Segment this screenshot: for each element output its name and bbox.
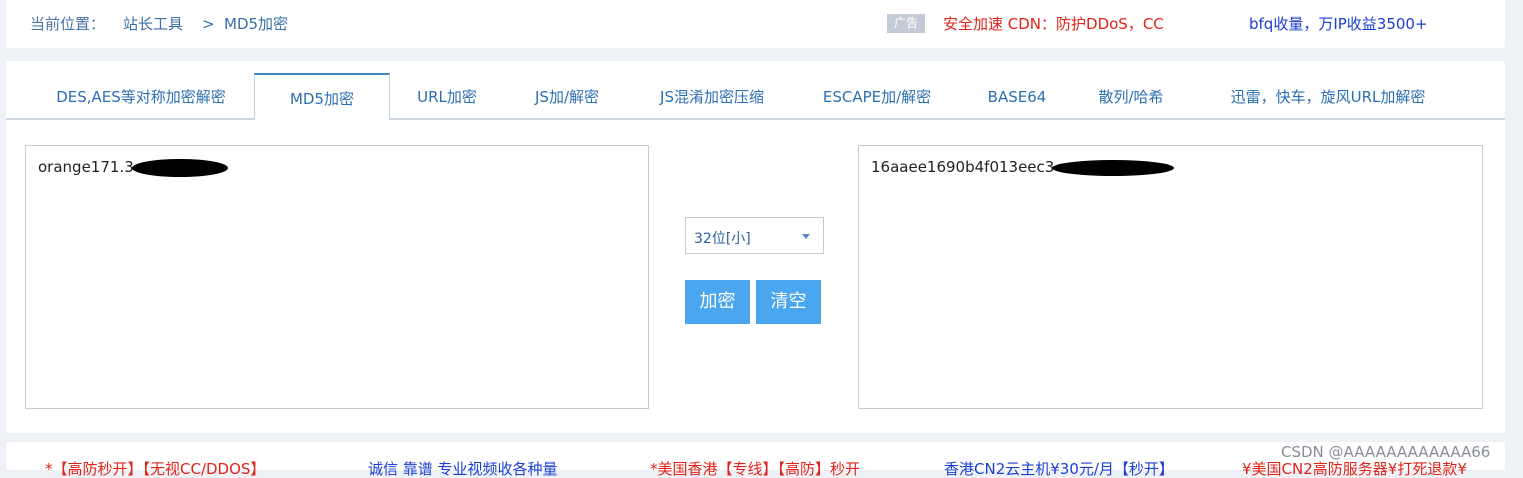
tab-thunder-url[interactable]: 迅雷，快车，旋风URL加解密 (1186, 73, 1470, 118)
tab-des-aes[interactable]: DES,AES等对称加密解密 (26, 73, 256, 118)
clear-button[interactable]: 清空 (756, 280, 821, 324)
tab-escape[interactable]: ESCAPE加/解密 (796, 73, 958, 118)
breadcrumb-separator: > (202, 15, 215, 33)
tab-md5[interactable]: MD5加密 (254, 73, 390, 120)
breadcrumb-home-link[interactable]: 站长工具 (123, 15, 183, 33)
bottom-ad-link[interactable]: *【高防秒开】【无视CC/DDOS】 (45, 460, 265, 478)
ad-link-traffic[interactable]: bfq收量，万IP收益3500+ (1249, 15, 1428, 33)
bottom-ad-link[interactable]: ¥美国CN2高防服务器¥打死退款¥ (1242, 460, 1467, 478)
tab-bar: DES,AES等对称加密解密 MD5加密 URL加密 JS加/解密 JS混淆加密… (6, 73, 1505, 120)
main-panel: DES,AES等对称加密解密 MD5加密 URL加密 JS加/解密 JS混淆加密… (6, 61, 1505, 433)
bits-select[interactable]: 32位[小] (685, 217, 824, 254)
bottom-ad-link[interactable]: *美国香港【专线】【高防】秒开 (650, 460, 860, 478)
encrypt-button[interactable]: 加密 (685, 280, 750, 324)
bottom-ad-link[interactable]: 香港CN2云主机¥30元/月【秒开】 (944, 460, 1174, 478)
chevron-down-icon (802, 234, 810, 239)
tab-url[interactable]: URL加密 (388, 73, 506, 118)
ad-badge: 广告 (887, 14, 925, 33)
bottom-ad-link[interactable]: 诚信 靠谱 专业视频收各种量 (368, 460, 558, 478)
input-textarea[interactable]: orange171.3 (25, 145, 649, 409)
bits-select-value: 32位[小] (694, 231, 751, 247)
redaction-mark (1052, 159, 1175, 176)
watermark: CSDN @AAAAAAAAAAAA66 (1281, 443, 1491, 461)
tab-hash[interactable]: 散列/哈希 (1076, 73, 1186, 118)
output-textarea[interactable]: 16aaee1690b4f013eec3 (858, 145, 1483, 409)
tab-base64[interactable]: BASE64 (958, 73, 1076, 118)
tab-js-obfuscate[interactable]: JS混淆加密压缩 (628, 73, 796, 118)
tab-js[interactable]: JS加/解密 (506, 73, 628, 118)
breadcrumb-label: 当前位置： (30, 15, 106, 33)
breadcrumb-current-page[interactable]: MD5加密 (224, 15, 288, 33)
input-text: orange171.3 (38, 158, 134, 176)
output-text: 16aaee1690b4f013eec3 (871, 158, 1055, 176)
top-bar: 当前位置： 站长工具 > MD5加密 广告 安全加速 CDN：防护DDoS，CC… (6, 0, 1505, 48)
redaction-mark (131, 158, 228, 177)
ad-link-cdn[interactable]: 安全加速 CDN：防护DDoS，CC (943, 15, 1164, 33)
